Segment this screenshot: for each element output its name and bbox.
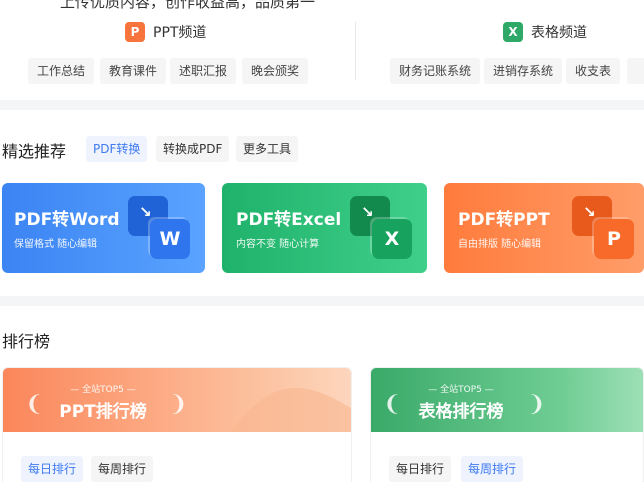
convert-arrow-icon: ↘ [583, 203, 596, 221]
channel-divider [355, 22, 356, 80]
ppt-ranking-card[interactable]: ❨ ❩ — 全站TOP5 — PPT排行榜 每日排行 每周排行 [2, 367, 352, 482]
section-divider [0, 100, 644, 110]
top-banner-text: 上传优质内容，创作收益高，品质第一 [60, 0, 316, 11]
card-subtitle: 内容不变 随心计算 [236, 239, 320, 250]
card-subtitle: 保留格式 随心编辑 [14, 239, 98, 250]
tab-pdf-convert[interactable]: PDF转换 [86, 136, 148, 162]
tab-more-tools[interactable]: 更多工具 [236, 136, 299, 162]
rank-subtitle: — 全站TOP5 — [70, 385, 136, 395]
excel-icon: X [503, 22, 523, 42]
pdf-to-ppt-icon: P [594, 219, 634, 259]
card-title: PDF转Excel [236, 210, 342, 230]
pdf-to-ppt-card[interactable]: PDF转PPT 自由排版 随心编辑 ↘ P [444, 183, 644, 273]
card-title: PDF转Word [14, 210, 120, 230]
excel-channel-header[interactable]: X 表格频道 [503, 22, 587, 42]
tag-education-courseware[interactable]: 教育课件 [100, 58, 167, 84]
tag-overflow[interactable] [627, 58, 644, 84]
tag-inventory-system[interactable]: 进销存系统 [484, 58, 563, 84]
ppt-channel-title: PPT频道 [153, 25, 207, 41]
excel-channel-title: 表格频道 [531, 25, 587, 41]
pdf-to-word-card[interactable]: PDF转Word 保留格式 随心编辑 ↘ W [2, 183, 205, 273]
ppt-ranking-banner: ❨ ❩ — 全站TOP5 — PPT排行榜 [3, 368, 351, 432]
rank-board-title: PPT排行榜 [59, 402, 147, 422]
tag-work-summary[interactable]: 工作总结 [28, 58, 95, 84]
featured-title: 精选推荐 [2, 142, 67, 161]
tag-award-ceremony[interactable]: 晚会颁奖 [242, 58, 309, 84]
section-divider [0, 296, 644, 306]
tab-weekly-ranking[interactable]: 每周排行 [91, 456, 154, 482]
tag-income-expense[interactable]: 收支表 [566, 58, 621, 84]
rank-board-title: 表格排行榜 [418, 402, 504, 422]
pdf-to-word-icon: W [150, 219, 190, 259]
convert-arrow-icon: ↘ [139, 203, 152, 221]
excel-ranking-banner: ❨ ❩ — 全站TOP5 — 表格排行榜 [371, 368, 643, 432]
tab-daily-ranking[interactable]: 每日排行 [389, 456, 452, 482]
excel-ranking-card[interactable]: ❨ ❩ — 全站TOP5 — 表格排行榜 每日排行 每周排行 [370, 367, 644, 482]
banner-wave-decoration [231, 387, 351, 432]
ppt-channel-header[interactable]: P PPT频道 [125, 22, 206, 42]
ranking-title: 排行榜 [2, 332, 51, 351]
rank-subtitle: — 全站TOP5 — [428, 385, 494, 395]
tab-weekly-ranking[interactable]: 每周排行 [461, 456, 524, 482]
card-subtitle: 自由排版 随心编辑 [458, 239, 542, 250]
pdf-to-excel-card[interactable]: PDF转Excel 内容不变 随心计算 ↘ X [222, 183, 427, 273]
tag-finance-system[interactable]: 财务记账系统 [390, 58, 481, 84]
ppt-icon: P [125, 22, 145, 42]
card-title: PDF转PPT [458, 210, 550, 230]
tag-report[interactable]: 述职汇报 [170, 58, 237, 84]
convert-arrow-icon: ↘ [361, 203, 374, 221]
tab-daily-ranking[interactable]: 每日排行 [21, 456, 84, 482]
tab-convert-to-pdf[interactable]: 转换成PDF [156, 136, 230, 162]
pdf-to-excel-icon: X [372, 219, 412, 259]
